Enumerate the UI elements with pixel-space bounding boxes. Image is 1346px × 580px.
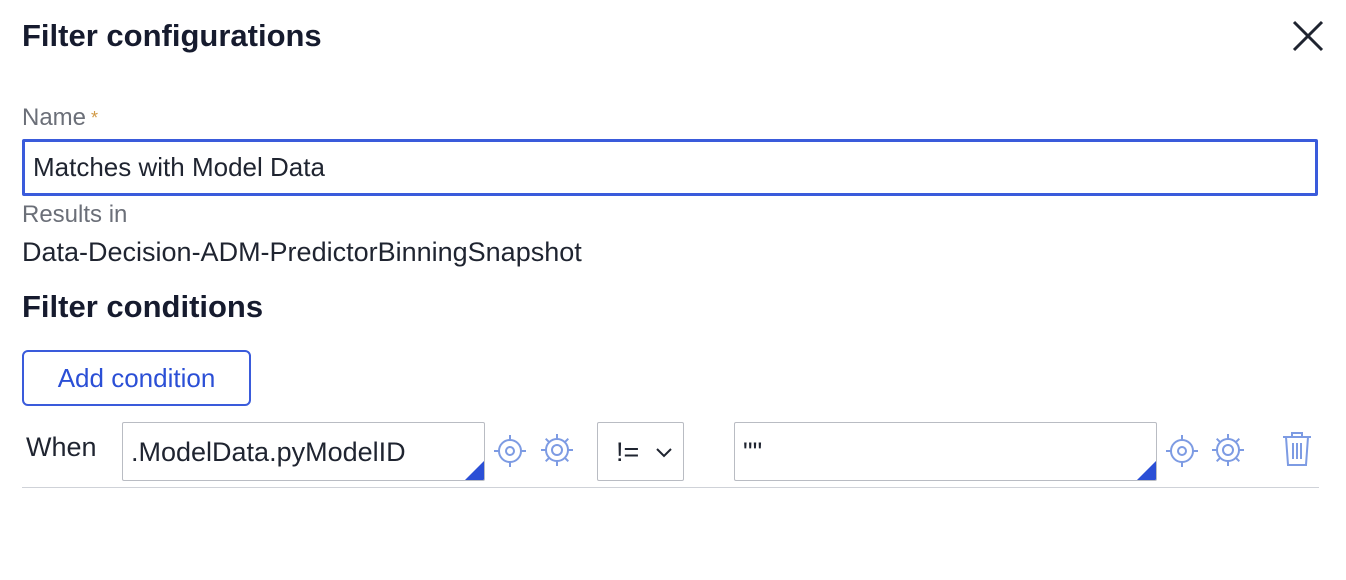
add-condition-button[interactable]: Add condition [22, 350, 251, 406]
condition-right-value: "" [743, 437, 763, 467]
results-label: Results in [22, 201, 128, 228]
condition-divider [22, 487, 1319, 488]
left-target-button[interactable] [492, 433, 528, 469]
name-input[interactable] [22, 139, 1318, 196]
chevron-down-icon [656, 448, 672, 458]
right-settings-button[interactable] [1210, 432, 1246, 468]
left-settings-button[interactable] [539, 432, 575, 468]
dialog-title: Filter configurations [22, 18, 322, 53]
condition-right-field[interactable]: "" [734, 422, 1157, 481]
right-target-button[interactable] [1164, 433, 1200, 469]
name-label: Name * [22, 104, 98, 132]
filter-conditions-title: Filter conditions [22, 289, 264, 324]
results-value: Data-Decision-ADM-PredictorBinningSnapsh… [22, 237, 582, 267]
required-icon: * [91, 108, 99, 128]
trash-icon [1283, 432, 1311, 466]
close-button[interactable] [1288, 16, 1328, 56]
gear-icon [541, 434, 573, 466]
target-icon [494, 435, 526, 467]
gear-icon [1212, 434, 1244, 466]
name-label-text: Name [22, 104, 87, 131]
operator-value: != [616, 437, 640, 467]
operator-select[interactable]: != [597, 422, 684, 481]
condition-left-value: .ModelData.pyModelID [131, 437, 406, 467]
delete-condition-button[interactable] [1279, 430, 1315, 466]
condition-left-field[interactable]: .ModelData.pyModelID [122, 422, 485, 481]
target-icon [1166, 435, 1198, 467]
expand-corner-icon[interactable] [1137, 461, 1156, 480]
when-label: When [26, 432, 97, 462]
expand-corner-icon[interactable] [465, 461, 484, 480]
close-icon [1292, 20, 1324, 52]
